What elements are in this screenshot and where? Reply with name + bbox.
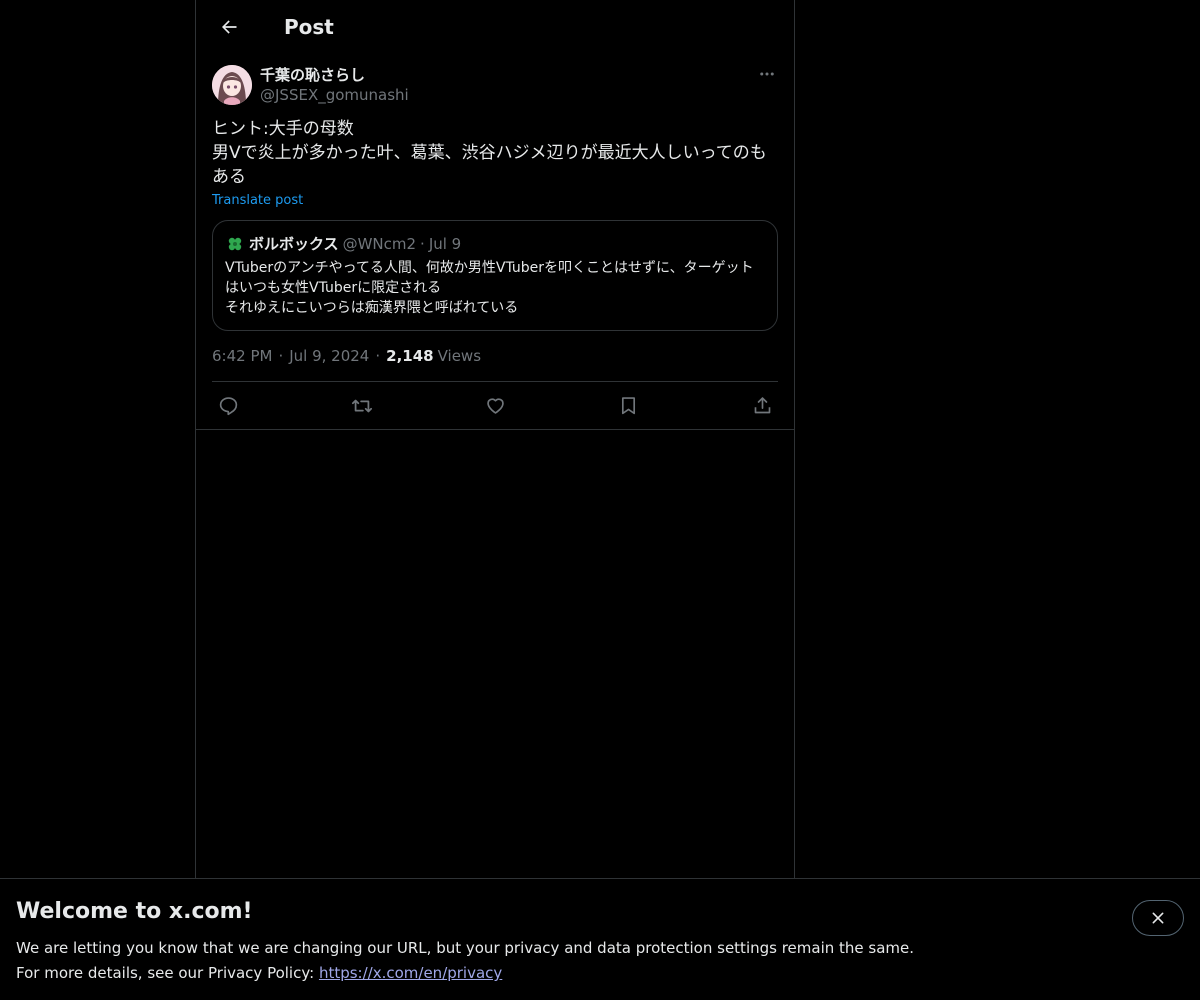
quoted-avatar xyxy=(225,233,245,254)
like-icon xyxy=(486,398,504,414)
page-title: Post xyxy=(284,14,334,39)
action-bar xyxy=(196,382,794,430)
quoted-post-header: ボルボックス @WNcm2 · Jul 9 xyxy=(225,233,765,254)
banner-title: Welcome to x.com! xyxy=(16,899,253,924)
back-button[interactable] xyxy=(212,10,246,44)
post: 千葉の恥さらし @JSSEX_gomunashi ヒント:大手の母数 男Vで炎上… xyxy=(196,53,794,430)
close-icon xyxy=(1152,912,1164,924)
post-text: ヒント:大手の母数 男Vで炎上が多かった叶、葛葉、渋谷ハジメ辺りが最近大人しいっ… xyxy=(212,119,767,187)
banner-line-2-prefix: For more details, see our Privacy Policy… xyxy=(16,964,319,982)
welcome-banner: Welcome to x.com! We are letting you kno… xyxy=(0,878,1200,1000)
banner-line-2: For more details, see our Privacy Policy… xyxy=(16,961,1184,986)
repost-icon xyxy=(351,399,372,412)
separator-dot: · xyxy=(375,347,381,365)
views-count: 2,148 xyxy=(386,347,434,365)
main-column: Post 千葉の恥さらし @JSSEX_gomunashi ヒント:大手の母数 … xyxy=(195,0,795,1000)
post-time[interactable]: 6:42 PM xyxy=(212,347,272,365)
reply-icon xyxy=(219,397,237,416)
like-button[interactable] xyxy=(479,390,511,422)
top-bar: Post xyxy=(196,0,794,53)
repost-button[interactable] xyxy=(346,390,378,422)
author-display-name[interactable]: 千葉の恥さらし xyxy=(260,65,409,85)
banner-line-1: We are letting you know that we are chan… xyxy=(16,939,915,957)
post-meta: 6:42 PM · Jul 9, 2024 · 2,148 Views xyxy=(212,347,778,382)
post-author-row: 千葉の恥さらし @JSSEX_gomunashi xyxy=(212,65,778,105)
quoted-display-name: ボルボックス xyxy=(249,235,339,253)
quoted-text: VTuberのアンチやってる人間、何故か男性VTuberを叩くことはせずに、ター… xyxy=(225,260,754,316)
privacy-policy-link[interactable]: https://x.com/en/privacy xyxy=(319,964,502,982)
banner-text: We are letting you know that we are chan… xyxy=(16,936,1184,986)
more-icon xyxy=(760,72,774,76)
post-date[interactable]: Jul 9, 2024 xyxy=(289,347,369,365)
more-options-button[interactable] xyxy=(750,57,784,91)
avatar[interactable] xyxy=(212,65,252,105)
author-names: 千葉の恥さらし @JSSEX_gomunashi xyxy=(260,65,409,105)
translate-post-link[interactable]: Translate post xyxy=(212,193,303,208)
separator-dot: · xyxy=(420,234,425,253)
quoted-date: Jul 9 xyxy=(428,234,462,253)
share-icon xyxy=(754,397,770,414)
back-arrow-icon xyxy=(222,19,237,34)
separator-dot: · xyxy=(278,347,284,365)
share-button[interactable] xyxy=(746,390,778,422)
bookmark-button[interactable] xyxy=(613,390,645,422)
views-label: Views xyxy=(437,347,482,365)
author-handle[interactable]: @JSSEX_gomunashi xyxy=(260,85,409,105)
avatar-image xyxy=(212,65,252,105)
bookmark-icon xyxy=(621,397,636,415)
quoted-handle: @WNcm2 xyxy=(342,234,417,253)
reply-button[interactable] xyxy=(212,390,244,422)
banner-close-button[interactable] xyxy=(1132,900,1184,936)
quoted-post[interactable]: ボルボックス @WNcm2 · Jul 9 VTuberのアンチやってる人間、何… xyxy=(212,220,778,331)
